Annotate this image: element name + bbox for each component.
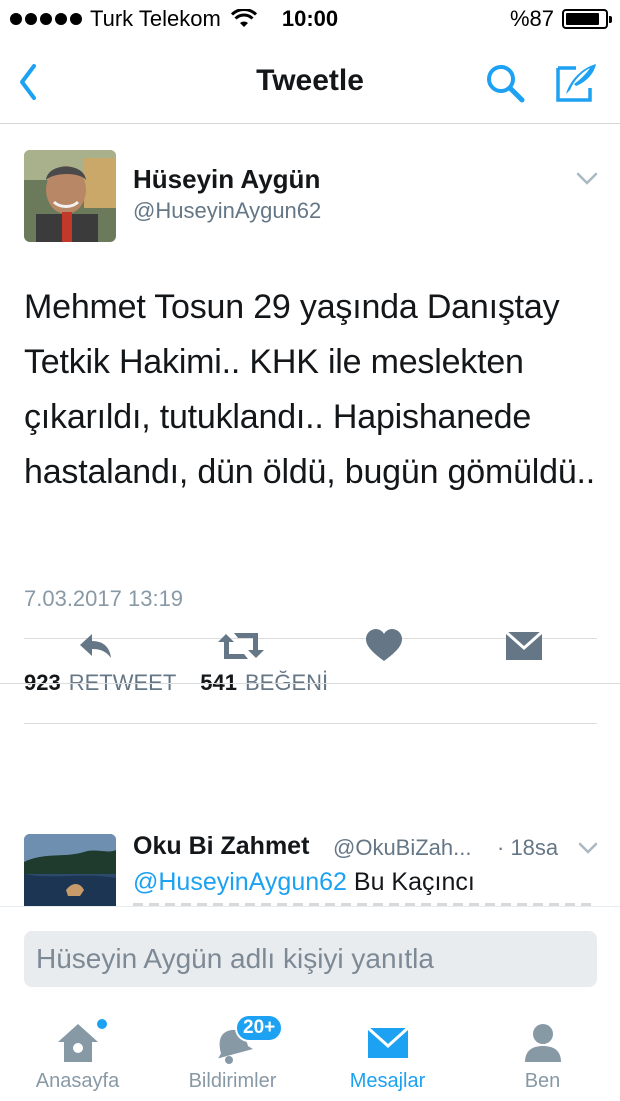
reply-author-name[interactable]: Oku Bi Zahmet (133, 832, 309, 861)
tab-label: Ben (524, 1070, 561, 1092)
battery-percent: %87 (509, 6, 554, 31)
chevron-down-icon[interactable] (578, 842, 598, 854)
author-handle[interactable]: @HuseyinAygun62 (133, 198, 321, 224)
tab-bar: Anasayfa 20+ Bildirimler Mesajlar Ben (0, 1006, 620, 1101)
author-avatar[interactable] (24, 150, 116, 242)
reply-body: Bu Kaçıncı (353, 868, 475, 896)
envelope-icon[interactable] (504, 628, 544, 664)
home-icon (57, 1024, 98, 1062)
reply-bar (0, 906, 620, 1006)
tab-profile[interactable]: Ben (465, 1006, 620, 1101)
reply-time: · 18sa (497, 835, 559, 860)
notification-badge: 20+ (235, 1014, 284, 1042)
reply-text: @HuseyinAygun62 Bu Kaçıncı (133, 868, 475, 897)
author-name[interactable]: Hüseyin Aygün (133, 164, 320, 195)
tab-label: Anasayfa (35, 1070, 120, 1092)
battery-icon (562, 9, 612, 29)
compose-icon[interactable] (554, 60, 600, 104)
tab-notifications[interactable]: 20+ Bildirimler (155, 1006, 310, 1101)
status-bar: Turk Telekom 10:00 %87 (0, 0, 620, 40)
tab-label: Mesajlar (349, 1070, 426, 1092)
heart-icon[interactable] (364, 628, 404, 664)
reply-icon[interactable] (76, 628, 116, 664)
reply-author-avatar[interactable] (24, 834, 116, 906)
notification-dot (97, 1019, 107, 1029)
tweet-actions (0, 612, 620, 682)
retweet-icon[interactable] (218, 628, 264, 664)
tab-home[interactable]: Anasayfa (0, 1006, 155, 1101)
battery-fill (566, 13, 600, 25)
person-icon (524, 1024, 561, 1062)
status-right: %87 (509, 6, 612, 32)
divider (0, 683, 620, 684)
reply-author-handle[interactable]: @OkuBiZah... (333, 835, 472, 861)
page-title: Tweetle (256, 64, 364, 97)
tweet-timestamp: 7.03.2017 13:19 (24, 586, 184, 611)
search-icon[interactable] (484, 62, 526, 104)
tab-messages[interactable]: Mesajlar (310, 1006, 465, 1101)
navigation-bar: Tweetle (0, 40, 620, 124)
tweet-text: Mehmet Tosun 29 yaşında Danıştay Tetkik … (24, 288, 596, 491)
divider (24, 723, 597, 724)
reply-mention[interactable]: @HuseyinAygun62 (133, 868, 347, 896)
reply-tweet[interactable]: Oku Bi Zahmet @OkuBiZah... · 18sa @Husey… (0, 810, 620, 906)
tab-label: Bildirimler (188, 1070, 277, 1092)
envelope-icon (366, 1026, 409, 1058)
chevron-down-icon[interactable] (576, 172, 598, 186)
reply-input[interactable] (24, 931, 597, 987)
